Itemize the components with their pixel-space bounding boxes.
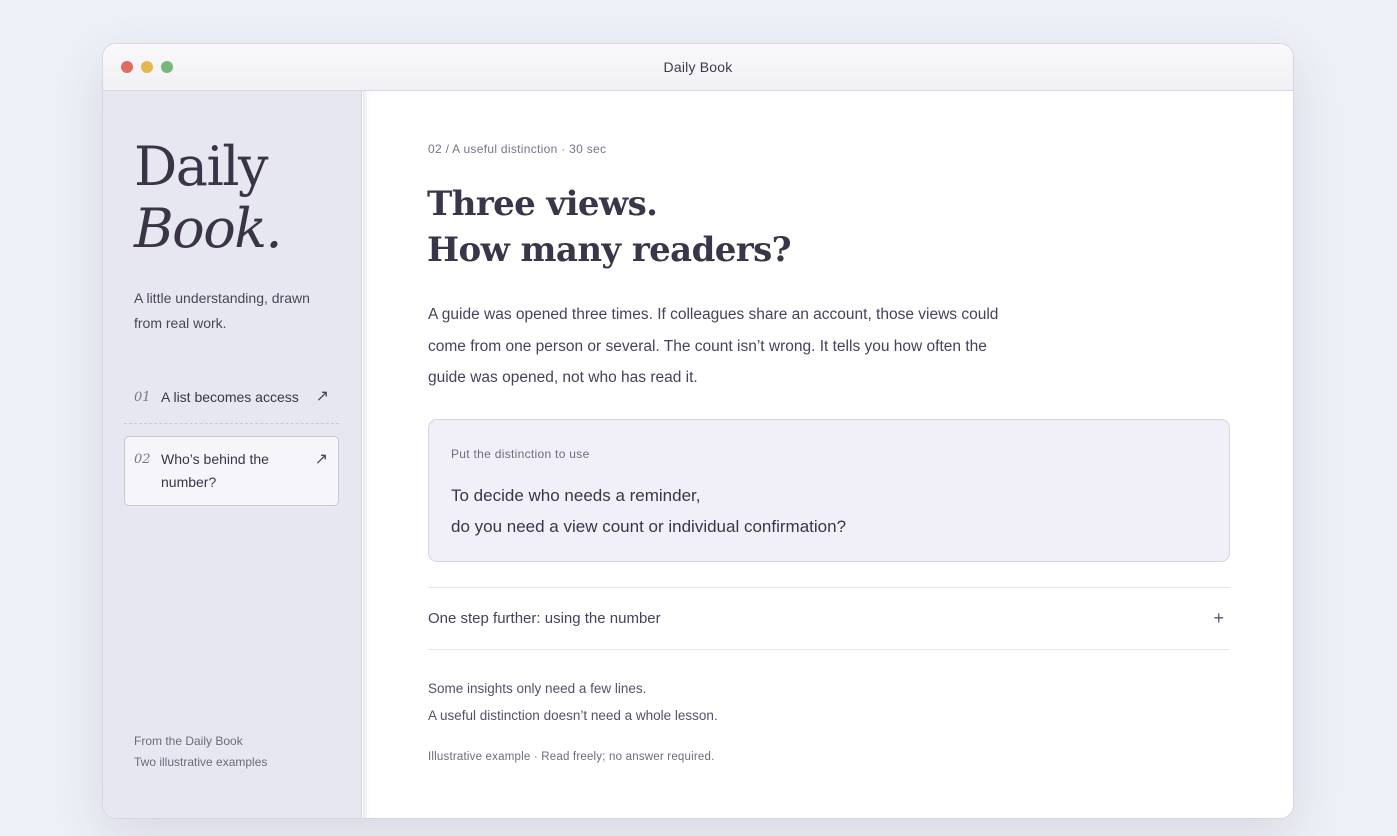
sidebar-footer-line-1: From the Daily Book <box>134 734 243 748</box>
sidebar-footer: From the Daily Book Two illustrative exa… <box>134 731 267 773</box>
footnote: Illustrative example · Read freely; no a… <box>428 751 715 763</box>
nav-item-label: A list becomes access <box>161 389 299 405</box>
nav-item-whos-behind-the-number[interactable]: 02 Who’s behind the number? ↗ <box>124 436 339 506</box>
prompt-card: Put the distinction to use To decide who… <box>428 419 1230 562</box>
outro-line-2: A useful distinction doesn’t need a whol… <box>428 708 718 723</box>
one-step-further-expander[interactable]: One step further: using the number + <box>428 587 1230 650</box>
window-title: Daily Book <box>663 59 733 75</box>
prompt-question-line-1: To decide who needs a reminder, <box>451 486 701 505</box>
nav-item-list-becomes-access[interactable]: 01 A list becomes access ↗ <box>124 374 339 424</box>
window-body: Daily Book. A little understanding, draw… <box>103 91 1293 818</box>
page-title-line-2: How many readers? <box>427 230 792 270</box>
nav-item-label: Who’s behind the number? <box>161 451 269 490</box>
lesson-content: 02 / A useful distinction · 30 sec Three… <box>363 91 1293 818</box>
breadcrumb: 02 / A useful distinction · 30 sec <box>428 142 607 156</box>
title-bar: Daily Book <box>103 44 1293 91</box>
prompt-question-line-2: do you need a view count or individual c… <box>451 517 847 536</box>
nav-item-number: 01 <box>134 390 151 405</box>
app-window: Daily Book Daily Book. A little understa… <box>102 43 1294 819</box>
page-title: Three views. How many readers? <box>427 181 1027 273</box>
outro-text: Some insights only need a few lines. A u… <box>428 675 928 729</box>
arrow-up-right-icon: ↗ <box>315 388 329 405</box>
sidebar-footer-line-2: Two illustrative examples <box>134 755 268 769</box>
lesson-nav: 01 A list becomes access ↗ 02 Who’s behi… <box>124 374 339 506</box>
brand-logo: Daily Book. <box>134 135 283 260</box>
outro-line-1: Some insights only need a few lines. <box>428 681 647 696</box>
nav-item-number: 02 <box>134 452 151 467</box>
page-title-line-1: Three views. <box>427 184 658 224</box>
prompt-label: Put the distinction to use <box>451 447 590 461</box>
lead-paragraph: A guide was opened three times. If colle… <box>428 306 999 386</box>
prompt-question: To decide who needs a reminder, do you n… <box>451 480 1191 542</box>
sidebar-tagline: A little understanding, drawn from real … <box>134 290 310 331</box>
expander-label: One step further: using the number <box>428 610 661 627</box>
arrow-up-right-icon: ↗ <box>314 451 328 468</box>
plus-icon[interactable]: + <box>1213 608 1224 629</box>
sidebar: Daily Book. A little understanding, draw… <box>103 91 362 818</box>
brand-line-1: Daily <box>134 135 269 198</box>
brand-line-2: Book. <box>134 197 283 260</box>
